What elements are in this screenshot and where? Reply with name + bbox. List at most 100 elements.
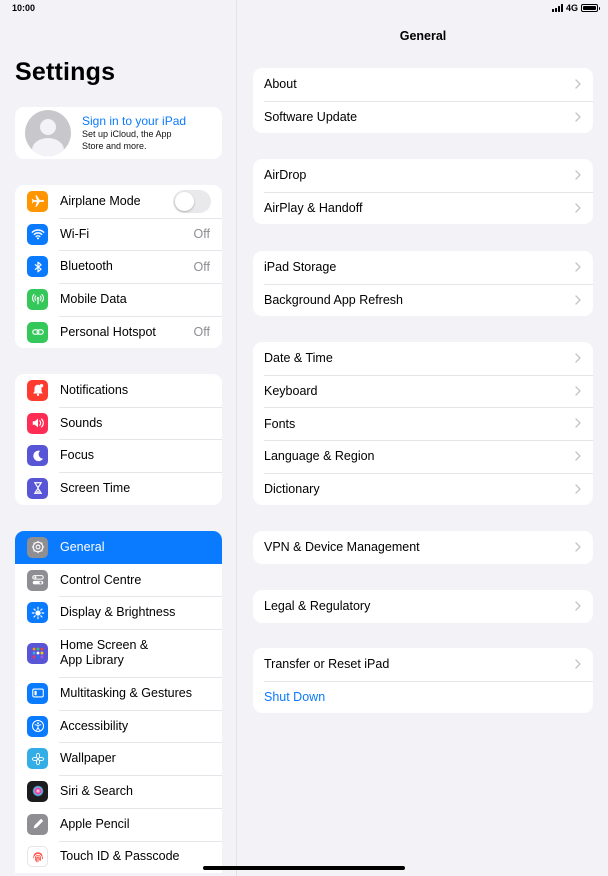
airplane-icon [27,190,48,212]
sign-in-subtitle-line1: Set up iCloud, the App [82,129,172,139]
chevron-right-icon [575,484,581,494]
chevron-right-icon [575,386,581,396]
sidebar-item-mobile-data[interactable]: Mobile Data [15,283,222,316]
chevron-right-icon [575,418,581,429]
chevron-right-icon [575,295,581,305]
settings-group: About Software Update [253,68,593,134]
airplane-mode-toggle[interactable] [173,189,211,213]
sidebar-item-label: Multitasking & Gestures [60,685,192,700]
sidebar-item-touch-id[interactable]: Touch ID & Passcode [15,840,222,874]
sidebar-item-screen-time[interactable]: Screen Time [15,472,222,505]
chevron-right-icon [575,170,581,180]
sun-icon [27,602,48,624]
sidebar-item-label: Control Centre [60,572,142,587]
settings-item-vpn-device-management[interactable]: VPN & Device Management [253,531,593,564]
chevron-right-icon [575,601,581,611]
settings-group: AirDrop AirPlay & Handoff [253,159,593,225]
sidebar-item-sounds[interactable]: Sounds [15,406,222,440]
settings-item-software-update[interactable]: Software Update [253,100,593,134]
sidebar-item-label: Home Screen & App Library [60,638,148,668]
sidebar-item-label: Sounds [60,415,103,430]
antenna-icon [27,288,48,310]
hotspot-icon [27,321,48,343]
sidebar-item-airplane-mode[interactable]: Airplane Mode [15,185,222,218]
bluetooth-status: Off [193,259,210,274]
bluetooth-icon [27,256,48,278]
sidebar-item-multitasking[interactable]: Multitasking & Gestures [15,677,222,710]
fingerprint-icon [27,846,48,868]
grid-icon [27,642,48,664]
sidebar-item-label: Mobile Data [60,291,127,306]
shut-down-button[interactable]: Shut Down [253,680,593,714]
sidebar-item-home-screen[interactable]: Home Screen & App Library [15,629,222,677]
pencil-icon [27,813,48,835]
settings-item-label: Fonts [264,416,296,431]
shut-down-label: Shut Down [264,690,326,705]
sidebar-item-label: Display & Brightness [60,605,176,620]
settings-group: Transfer or Reset iPad Shut Down [253,648,593,714]
settings-item-dictionary[interactable]: Dictionary [253,472,593,506]
chevron-right-icon [575,451,581,461]
switches-icon [27,569,48,591]
sidebar-item-label: General [60,539,105,554]
sidebar-title: Settings [15,58,116,86]
multitasking-icon [27,682,48,704]
sidebar-item-label: Focus [60,448,95,463]
sidebar-item-bluetooth[interactable]: Bluetooth Off [15,250,222,283]
chevron-right-icon [575,659,581,669]
sidebar-item-accessibility[interactable]: Accessibility [15,709,222,743]
settings-item-fonts[interactable]: Fonts [253,407,593,440]
sidebar-item-label: Touch ID & Passcode [60,849,180,864]
sidebar-item-siri-search[interactable]: Siri & Search [15,775,222,808]
wifi-status: Off [193,227,210,242]
settings-item-label: iPad Storage [264,260,337,275]
sidebar-item-wallpaper[interactable]: Wallpaper [15,742,222,775]
settings-item-label: Software Update [264,110,358,125]
sidebar-item-general[interactable]: General [15,531,222,564]
speaker-icon [27,412,48,434]
chevron-right-icon [575,353,581,363]
sidebar-item-display-brightness[interactable]: Display & Brightness [15,596,222,629]
siri-icon [27,780,48,802]
settings-item-ipad-storage[interactable]: iPad Storage [253,251,593,284]
screen: Settings Sign in to your iPad Set up iCl… [0,0,608,876]
sidebar-item-control-centre[interactable]: Control Centre [15,564,222,597]
settings-item-airdrop[interactable]: AirDrop [253,159,593,192]
sidebar-item-apple-pencil[interactable]: Apple Pencil [15,807,222,841]
chevron-right-icon [575,542,581,552]
settings-item-label: Language & Region [264,449,375,464]
settings-item-label: Background App Refresh [264,293,403,308]
settings-group: VPN & Device Management [253,531,593,564]
sidebar-item-label: Wallpaper [60,751,116,766]
settings-item-airplay-handoff[interactable]: AirPlay & Handoff [253,191,593,225]
status-indicators: 4G [551,3,600,13]
sidebar-item-wifi[interactable]: Wi-Fi Off [15,217,222,251]
hourglass-icon [27,477,48,499]
settings-item-label: Transfer or Reset iPad [264,657,390,672]
sidebar-item-personal-hotspot[interactable]: Personal Hotspot Off [15,315,222,349]
settings-item-transfer-or-reset-ipad[interactable]: Transfer or Reset iPad [253,648,593,681]
sidebar-item-notifications[interactable]: Notifications [15,374,222,407]
settings-item-keyboard[interactable]: Keyboard [253,374,593,408]
gear-icon [27,536,48,558]
sidebar-item-label: Airplane Mode [60,193,141,208]
sidebar-item-label: Screen Time [60,480,131,495]
settings-item-about[interactable]: About [253,68,593,101]
sidebar-item-label: Bluetooth [60,259,113,274]
settings-item-date-time[interactable]: Date & Time [253,342,593,375]
sidebar-item-focus[interactable]: Focus [15,439,222,472]
sign-in-subtitle-line2: Store and more. [82,141,147,151]
sidebar-item-label: Wi-Fi [60,226,90,241]
home-screen-label-line2: App Library [60,653,124,668]
settings-item-language-region[interactable]: Language & Region [253,440,593,473]
sign-in-link[interactable]: Sign in to your iPad [82,114,186,128]
sign-in-card[interactable]: Sign in to your iPad Set up iCloud, the … [15,107,222,159]
settings-item-background-app-refresh[interactable]: Background App Refresh [253,283,593,317]
moon-icon [27,445,48,467]
home-indicator[interactable] [203,866,405,870]
settings-item-label: About [264,77,297,92]
chevron-right-icon [575,262,581,272]
page-title: General [399,29,447,43]
settings-item-legal-regulatory[interactable]: Legal & Regulatory [253,590,593,623]
bell-icon [27,379,48,401]
